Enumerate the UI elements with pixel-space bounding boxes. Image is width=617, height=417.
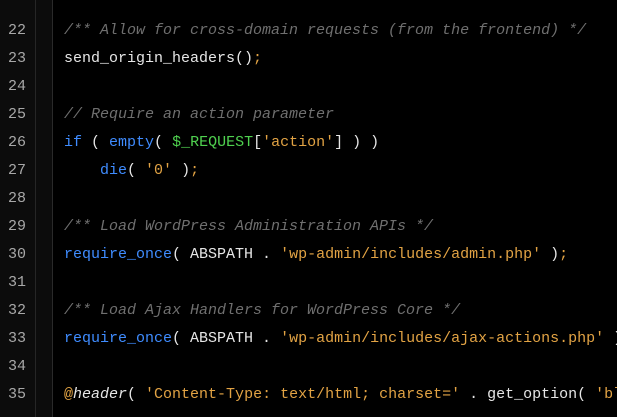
code-token: /** Allow for cross-domain requests (fro… (64, 22, 587, 39)
code-token: send_origin_headers() (64, 50, 254, 67)
code-line[interactable]: 32 /** Load Ajax Handlers for WordPress C… (0, 297, 617, 325)
code-line[interactable]: 23 send_origin_headers(); (0, 45, 617, 73)
line-number: 30 (8, 246, 27, 263)
code-text[interactable]: die( '0' ); (64, 157, 199, 185)
code-token: ( (127, 386, 146, 403)
code-text[interactable]: // Require an action parameter (64, 101, 334, 129)
code-text[interactable]: send_origin_headers(); (64, 45, 262, 73)
code-token: ; (190, 162, 200, 179)
code-token: . get_option( (460, 386, 596, 403)
code-text[interactable]: require_once( ABSPATH . 'wp-admin/includ… (64, 325, 617, 353)
code-text[interactable]: require_once( ABSPATH . 'wp-admin/includ… (64, 241, 568, 269)
code-token: 'Content-Type: text/html; charset=' (145, 386, 461, 403)
code-token: // Require an action parameter (64, 106, 335, 123)
line-number: 35 (8, 386, 27, 403)
code-line[interactable]: 33 require_once( ABSPATH . 'wp-admin/incl… (0, 325, 617, 353)
line-number: 28 (8, 190, 27, 207)
code-line[interactable]: 27 die( '0' ); (0, 157, 617, 185)
code-token: ( (154, 134, 173, 151)
code-token: $_REQUEST (172, 134, 254, 151)
line-number: 31 (8, 274, 27, 291)
code-token: @ (64, 386, 74, 403)
code-lines[interactable]: 22 /** Allow for cross-domain requests (f… (0, 17, 617, 409)
code-token: ( ABSPATH . (172, 246, 281, 263)
line-number: 32 (8, 302, 27, 319)
code-token: 'blog_charset' (595, 386, 617, 403)
code-text[interactable]: /** Load Ajax Handlers for WordPress Cor… (64, 297, 460, 325)
line-number: 34 (8, 358, 27, 375)
code-text[interactable]: @header( 'Content-Type: text/html; chars… (64, 381, 617, 409)
code-token: ) (604, 330, 617, 347)
code-token: header (73, 386, 128, 403)
line-number: 25 (8, 106, 27, 123)
code-text[interactable]: /** Allow for cross-domain requests (fro… (64, 17, 586, 45)
code-token: ) (172, 162, 191, 179)
code-line[interactable]: 28 (0, 185, 617, 213)
line-number: 33 (8, 330, 27, 347)
code-line[interactable]: 22 /** Allow for cross-domain requests (f… (0, 17, 617, 45)
line-number: 29 (8, 218, 27, 235)
code-token: 'wp-admin/includes/admin.php' (280, 246, 542, 263)
code-text[interactable]: if ( empty( $_REQUEST['action'] ) ) (64, 129, 379, 157)
code-token: 'wp-admin/includes/ajax-actions.php' (280, 330, 605, 347)
code-token: ] ) ) (334, 134, 380, 151)
code-line[interactable]: 25 // Require an action parameter (0, 101, 617, 129)
code-token: '0' (145, 162, 173, 179)
code-line[interactable]: 30 require_once( ABSPATH . 'wp-admin/incl… (0, 241, 617, 269)
code-token: ( (82, 134, 110, 151)
code-text[interactable]: /** Load WordPress Administration APIs *… (64, 213, 433, 241)
code-line[interactable]: 31 (0, 269, 617, 297)
code-token: [ (253, 134, 263, 151)
line-number: 23 (8, 50, 27, 67)
code-token: require_once (64, 246, 173, 263)
code-token: 'action' (262, 134, 335, 151)
code-token: ) (541, 246, 560, 263)
code-line[interactable]: 24 (0, 73, 617, 101)
code-line[interactable]: 26 if ( empty( $_REQUEST['action'] ) ) (0, 129, 617, 157)
code-line[interactable]: 29 /** Load WordPress Administration APIs… (0, 213, 617, 241)
code-token: ( (127, 162, 146, 179)
code-token: ; (253, 50, 263, 67)
line-number: 27 (8, 162, 27, 179)
code-token: ; (559, 246, 569, 263)
code-token: ( ABSPATH . (172, 330, 281, 347)
line-number: 26 (8, 134, 27, 151)
code-token: /** Load Ajax Handlers for WordPress Cor… (64, 302, 461, 319)
line-number: 22 (8, 22, 27, 39)
code-line[interactable]: 34 (0, 353, 617, 381)
line-number: 24 (8, 78, 27, 95)
code-token: if (64, 134, 83, 151)
code-line[interactable]: 35 @header( 'Content-Type: text/html; cha… (0, 381, 617, 409)
code-token: require_once (64, 330, 173, 347)
code-editor[interactable]: 22 /** Allow for cross-domain requests (f… (0, 0, 617, 417)
code-token: /** Load WordPress Administration APIs *… (64, 218, 434, 235)
code-token: empty (109, 134, 155, 151)
code-token: die (100, 162, 128, 179)
